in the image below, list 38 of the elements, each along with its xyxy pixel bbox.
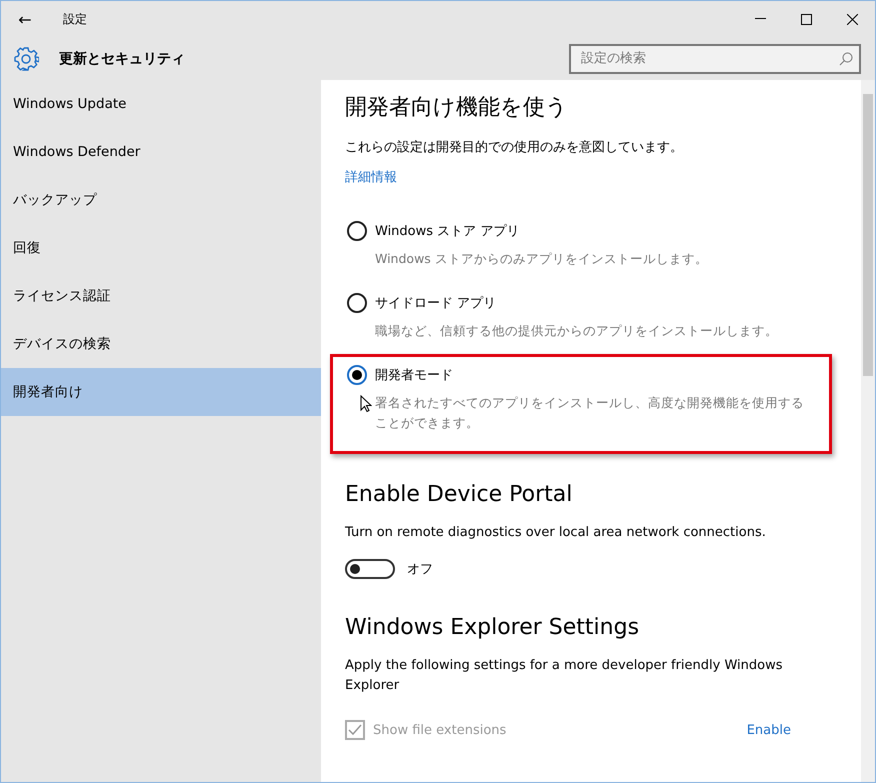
checkmark-icon — [348, 724, 362, 736]
toggle-switch[interactable] — [345, 559, 395, 579]
back-button[interactable]: ← — [1, 10, 49, 28]
sidebar-item[interactable]: バックアップ — [1, 176, 321, 224]
minimize-icon — [754, 18, 766, 20]
close-icon — [846, 14, 858, 24]
radio-button[interactable] — [347, 365, 367, 385]
scrollbar[interactable] — [861, 80, 875, 782]
checkbox-label: Show file extensions — [373, 722, 508, 738]
section-heading: Windows Explorer Settings — [345, 615, 640, 640]
toggle-label: オフ — [407, 561, 433, 578]
window-title: 設定 — [63, 10, 88, 28]
section-description: Apply the following settings for a more developer friendly Windows Explorer — [345, 657, 784, 695]
sidebar-item[interactable]: Windows Defender — [1, 128, 321, 176]
more-info-link[interactable]: 詳細情報 — [345, 168, 397, 186]
option-description: 署名されたすべてのアプリをインストールし、高度な開発機能を使用することができます。 — [375, 393, 813, 433]
sidebar-item[interactable]: ライセンス認証 — [1, 272, 321, 320]
sidebar-item[interactable]: 開発者向け — [1, 368, 321, 416]
radio-button[interactable] — [347, 293, 367, 313]
sidebar-item[interactable]: Windows Update — [1, 80, 321, 128]
section-description: Turn on remote diagnostics over local area network connections. — [345, 524, 766, 542]
gear-icon — [13, 46, 39, 72]
sidebar-item[interactable]: デバイスの検索 — [1, 320, 321, 368]
option-label: 開発者モード — [375, 367, 453, 384]
search-icon — [839, 52, 853, 66]
option-description: 職場など、信頼する他の提供元からのアプリをインストールします。 — [375, 322, 779, 340]
section-heading: 開発者向け機能を使う — [345, 94, 568, 122]
sidebar-item[interactable]: 回復 — [1, 224, 321, 272]
option-label: サイドロード アプリ — [375, 295, 496, 312]
page-title: 更新とセキュリティ — [59, 50, 186, 68]
cursor-icon — [360, 395, 372, 413]
option-description: Windows ストアからのみアプリをインストールします。 — [375, 250, 709, 268]
maximize-icon — [800, 14, 812, 24]
section-heading: Enable Device Portal — [345, 482, 572, 507]
radio-button[interactable] — [347, 221, 367, 241]
section-description: これらの設定は開発目的での使用のみを意図しています。 — [345, 139, 683, 157]
search-field[interactable]: 設定の検索 — [569, 44, 861, 74]
option-label: Windows ストア アプリ — [375, 223, 520, 240]
